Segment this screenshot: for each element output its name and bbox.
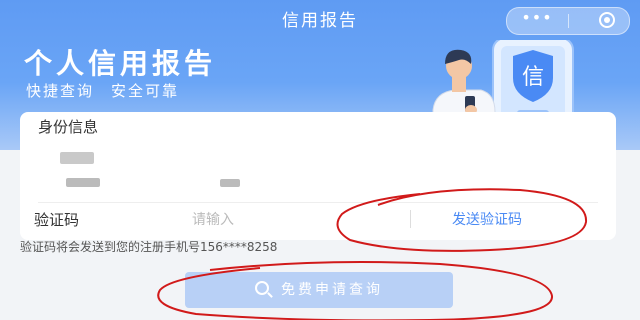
masked-id-tail <box>220 179 240 187</box>
hero-title: 个人信用报告 <box>24 47 217 80</box>
miniprogram-capsule: ••• <box>506 7 630 35</box>
capsule-divider <box>568 14 569 28</box>
free-query-button[interactable]: 免费申请查询 <box>185 272 453 308</box>
masked-id-number <box>66 178 100 187</box>
identity-section-title: 身份信息 <box>38 118 99 136</box>
more-icon[interactable]: ••• <box>507 8 567 34</box>
send-code-button[interactable]: 发送验证码 <box>452 209 522 229</box>
sms-notice: 验证码将会发送到您的注册手机号156****8258 <box>20 240 278 254</box>
close-circle-icon[interactable] <box>599 12 615 28</box>
hero-subtitle: 快捷查询 安全可靠 <box>26 82 180 100</box>
verification-code-input[interactable] <box>190 208 394 232</box>
input-divider <box>410 210 411 228</box>
search-icon <box>255 281 269 295</box>
shield-char: 信 <box>522 65 544 90</box>
query-button-label: 免费申请查询 <box>281 282 383 298</box>
verification-code-label: 验证码 <box>34 211 80 229</box>
masked-name <box>60 152 94 164</box>
row-divider <box>38 202 598 203</box>
